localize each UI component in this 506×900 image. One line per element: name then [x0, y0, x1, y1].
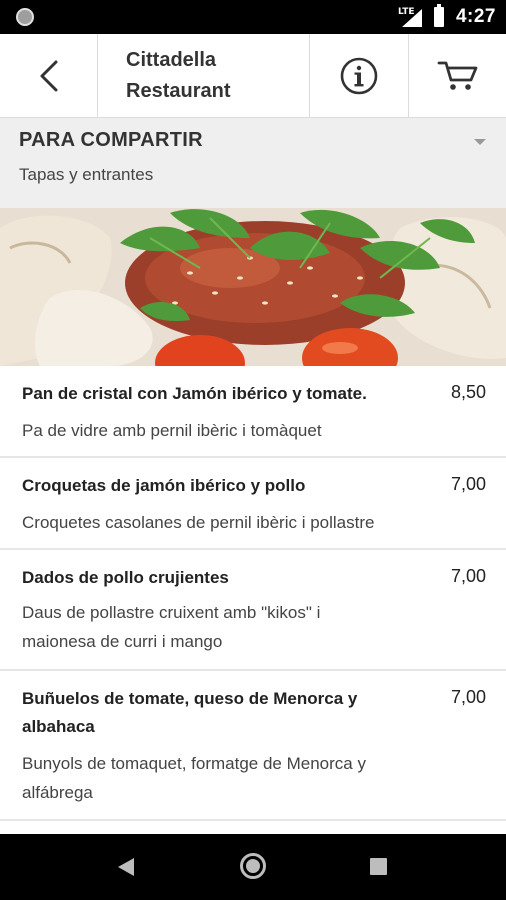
page-title: Cittadella Restaurant [126, 49, 231, 102]
status-bar: LTE 4:27 [0, 0, 506, 34]
menu-item[interactable]: Croquetas de jamón ibérico y pollo 7,00 … [0, 458, 506, 550]
menu-list: Pan de cristal con Jamón ibérico y tomat… [0, 366, 506, 834]
menu-item[interactable]: Dados de pollo crujientes 7,00 Daus de p… [0, 550, 506, 671]
section-image [0, 208, 506, 366]
section-header[interactable]: PARA COMPARTIR Tapas y entrantes [0, 118, 506, 208]
info-icon [340, 57, 378, 95]
battery-icon [434, 4, 444, 27]
cart-button[interactable] [409, 34, 506, 118]
menu-item-description: Pa de vidre amb pernil ibèric i tomàquet [22, 421, 322, 440]
menu-item-name: Croquetas de jamón ibérico y pollo [22, 476, 306, 495]
nav-back-icon[interactable] [118, 858, 134, 876]
menu-item-description: Croquetes casolanes de pernil ibèric i p… [22, 513, 375, 532]
system-navigation-bar [0, 834, 506, 900]
menu-item-price: 7,00 [450, 474, 486, 494]
clock: 4:27 [455, 6, 496, 27]
restaurant-title-cell: Cittadella Restaurant [98, 34, 310, 118]
section-subtitle: Tapas y entrantes [19, 165, 154, 184]
app-bar: Cittadella Restaurant [0, 34, 506, 118]
menu-item-name: Pan de cristal con Jamón ibérico y tomat… [22, 384, 367, 403]
notification-icon [16, 8, 34, 26]
nav-recents-icon[interactable] [370, 858, 387, 875]
menu-item[interactable]: Buñuelos de tomate, queso de Menorca y a… [0, 671, 506, 821]
menu-item-price: 7,00 [450, 687, 486, 707]
menu-item[interactable]: Pan de cristal con Jamón ibérico y tomat… [0, 366, 506, 458]
nav-home-icon[interactable] [240, 853, 266, 879]
chevron-left-icon [40, 60, 57, 92]
menu-item-description: Bunyols de tomaquet, formatge de Menorca… [22, 754, 366, 802]
back-button[interactable] [0, 34, 98, 118]
menu-item-price: 8,50 [450, 382, 486, 402]
info-button[interactable] [310, 34, 409, 118]
caret-down-icon[interactable] [474, 139, 486, 145]
section-title: PARA COMPARTIR [19, 129, 203, 151]
menu-item-name: Buñuelos de tomate, queso de Menorca y a… [22, 689, 358, 736]
menu-item-description: Daus de pollastre cruixent amb "kikos" i… [22, 603, 321, 651]
cart-icon [437, 61, 477, 90]
menu-item-name: Dados de pollo crujientes [22, 568, 229, 587]
menu-item-price: 7,00 [450, 566, 486, 586]
signal-icon [402, 9, 422, 27]
